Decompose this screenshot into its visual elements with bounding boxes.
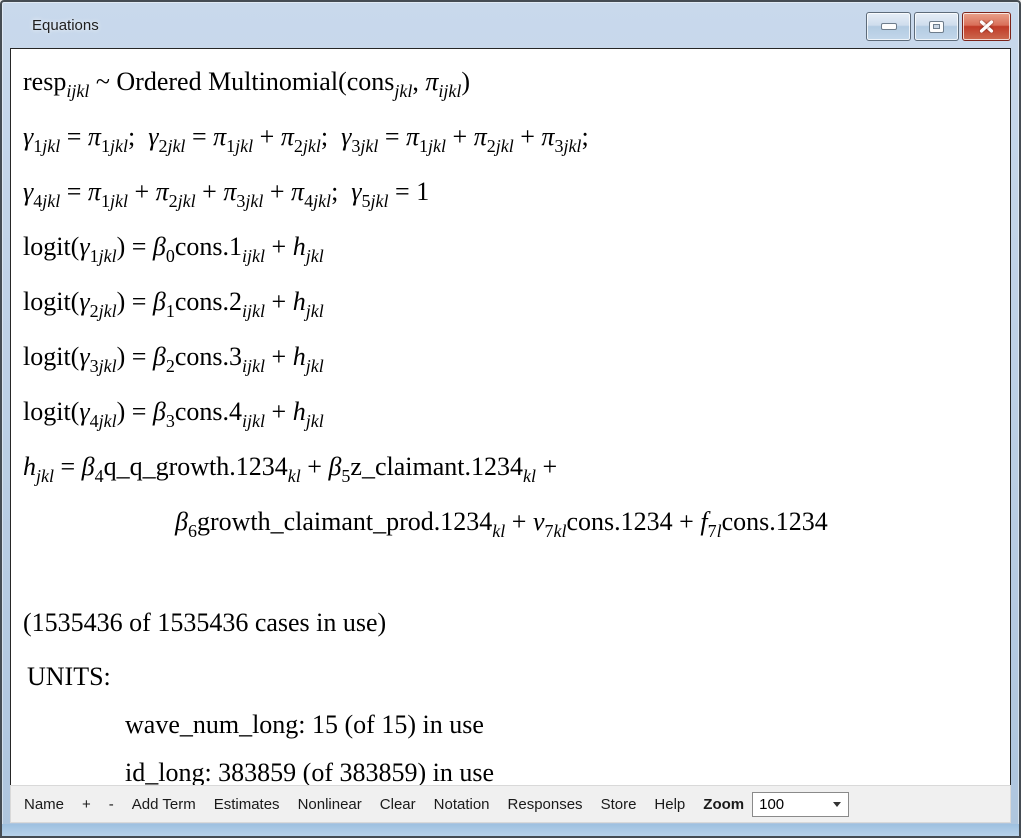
zoom-combobox[interactable]: 100 bbox=[752, 792, 849, 817]
toolbar-button-store[interactable]: Store bbox=[592, 792, 646, 817]
units-heading: UNITS: bbox=[23, 654, 1010, 700]
unit-line: wave_num_long: 15 (of 15) in use bbox=[23, 702, 1010, 748]
equation-line: β6growth_claimant_prod.1234kl + v7klcons… bbox=[23, 499, 1010, 554]
equation-lines: respijkl ~ Ordered Multinomial(consjkl, … bbox=[23, 59, 1010, 554]
zoom-label: Zoom bbox=[694, 792, 750, 817]
toolbar-button-clear[interactable]: Clear bbox=[371, 792, 425, 817]
unit-lines: wave_num_long: 15 (of 15) in useid_long:… bbox=[23, 702, 1010, 785]
close-button[interactable] bbox=[962, 12, 1011, 41]
toolbar-button-help[interactable]: Help bbox=[645, 792, 694, 817]
maximize-button[interactable] bbox=[914, 12, 959, 41]
toolbar-button-[interactable]: - bbox=[100, 792, 123, 817]
equation-line: hjkl = β4q_q_growth.1234kl + β5z_claiman… bbox=[23, 444, 1010, 499]
window-title: Equations bbox=[32, 17, 99, 34]
equation-line: logit(γ4jkl) = β3cons.4ijkl + hjkl bbox=[23, 389, 1010, 444]
equations-area[interactable]: respijkl ~ Ordered Multinomial(consjkl, … bbox=[10, 48, 1011, 785]
equation-line: logit(γ2jkl) = β1cons.2ijkl + hjkl bbox=[23, 279, 1010, 334]
minimize-button[interactable] bbox=[866, 12, 911, 41]
title-bar[interactable]: Equations bbox=[2, 2, 1019, 48]
equation-line: γ1jkl = π1jkl; γ2jkl = π1jkl + π2jkl; γ3… bbox=[23, 114, 1010, 169]
toolbar-button-nonlinear[interactable]: Nonlinear bbox=[289, 792, 371, 817]
caption-buttons bbox=[866, 12, 1011, 41]
toolbar-button-responses[interactable]: Responses bbox=[499, 792, 592, 817]
minimize-icon bbox=[881, 23, 897, 30]
equation-line: logit(γ3jkl) = β2cons.3ijkl + hjkl bbox=[23, 334, 1010, 389]
bottom-toolbar: Name+-Add TermEstimatesNonlinearClearNot… bbox=[10, 785, 1011, 823]
unit-line: id_long: 383859 (of 383859) in use bbox=[23, 750, 1010, 785]
chevron-down-icon bbox=[833, 802, 841, 807]
window-frame-bottom bbox=[2, 824, 1019, 836]
equations-window: Equations respijkl ~ Ordered Multinomial… bbox=[0, 0, 1021, 838]
cases-in-use: (1535436 of 1535436 cases in use) bbox=[23, 600, 1010, 646]
toolbar-button-notation[interactable]: Notation bbox=[425, 792, 499, 817]
close-icon bbox=[979, 20, 994, 33]
toolbar-button-name[interactable]: Name bbox=[15, 792, 73, 817]
toolbar-button-add-term[interactable]: Add Term bbox=[123, 792, 205, 817]
toolbar-button-estimates[interactable]: Estimates bbox=[205, 792, 289, 817]
toolbar-button-[interactable]: + bbox=[73, 792, 100, 817]
zoom-value: 100 bbox=[753, 796, 833, 813]
equation-line: logit(γ1jkl) = β0cons.1ijkl + hjkl bbox=[23, 224, 1010, 279]
maximize-icon bbox=[929, 21, 944, 33]
equation-line: respijkl ~ Ordered Multinomial(consjkl, … bbox=[23, 59, 1010, 114]
equation-line: γ4jkl = π1jkl + π2jkl + π3jkl + π4jkl; γ… bbox=[23, 169, 1010, 224]
